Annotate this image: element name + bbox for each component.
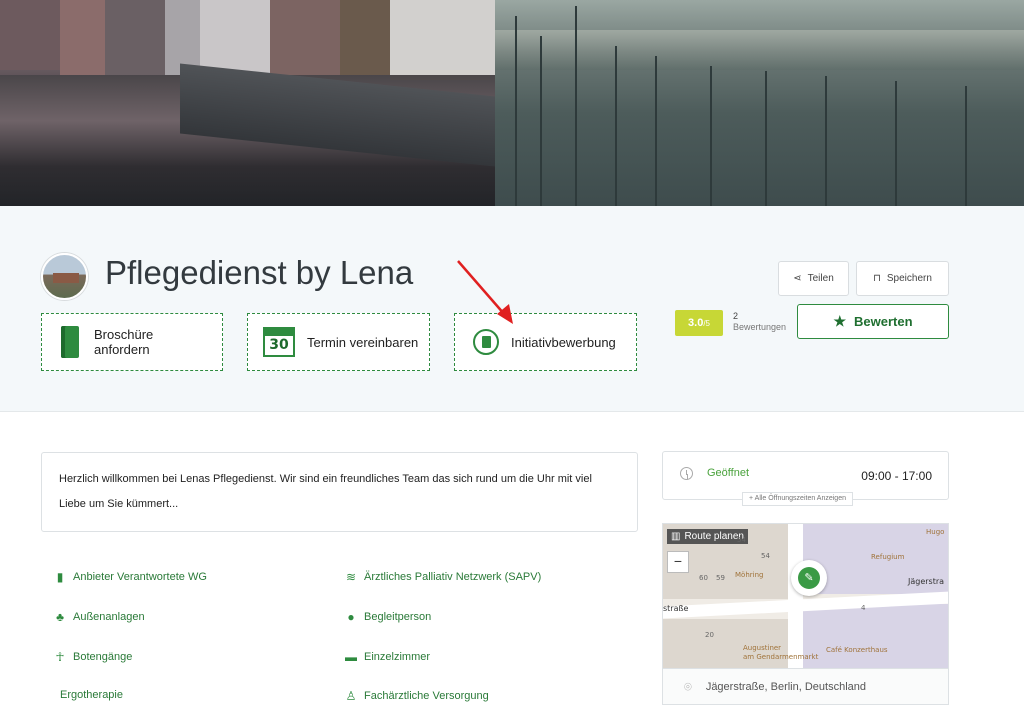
feature-item: ▬ Einzelzimmer (345, 650, 431, 664)
application-label: Initiativbewerbung (511, 334, 616, 350)
all-hours-link[interactable]: + Alle Öffnungszeiten Anzeigen (742, 492, 853, 506)
wifi-icon: ≋ (345, 570, 357, 584)
feature-item: ● Begleitperson (345, 610, 431, 624)
avatar (41, 253, 88, 300)
brochure-icon (61, 326, 79, 358)
location-pin-icon: ⌾ (684, 678, 692, 694)
feature-item: ☥ Botengänge (55, 650, 133, 664)
hero-image-forest (495, 0, 1024, 206)
route-planen-button[interactable]: ▥ Route planen (667, 529, 748, 544)
bookmark-icon: ⊓ (873, 273, 881, 284)
feature-item: Ergotherapie (60, 689, 123, 701)
feature-item: ≋ Ärztliches Palliativ Netzwerk (SAPV) (345, 570, 542, 584)
address-bar: ⌾ Jägerstraße, Berlin, Deutschland (662, 669, 949, 705)
location-map[interactable]: ▥ Route planen − 54 60 59 54 20 4 Möhrin… (662, 523, 949, 669)
address-text: Jägerstraße, Berlin, Deutschland (705, 680, 866, 693)
open-status: Geöffnet (707, 467, 749, 479)
appointment-button[interactable]: 30 Termin vereinbaren (247, 313, 430, 371)
users-icon: ● (347, 610, 355, 624)
brochure-button[interactable]: Broschüre anfordern (41, 313, 223, 371)
save-button[interactable]: ⊓ Speichern (856, 261, 949, 296)
rating-count: 2 Bewertungen (733, 311, 787, 332)
feature-item: ▮ Anbieter Verantwortete WG (54, 570, 207, 584)
clock-icon (680, 467, 693, 480)
feature-item: ♣ Außenanlagen (54, 610, 145, 624)
share-button[interactable]: ⋖ Teilen (778, 261, 849, 296)
rating-score-badge: 3.0/5 (675, 310, 723, 336)
map-pin-icon[interactable]: ✎ (791, 560, 827, 596)
tree-icon: ♣ (56, 610, 64, 624)
appointment-label: Termin vereinbaren (307, 334, 419, 350)
map-icon: ▥ (671, 531, 681, 542)
description-box: Herzlich willkommen bei Lenas Pflegedien… (41, 452, 638, 532)
rate-button[interactable]: ★ Bewerten (797, 304, 949, 339)
walking-icon: ☥ (55, 650, 65, 664)
building-icon: ▮ (56, 570, 64, 584)
feature-item: ♙ Fachärztliche Versorgung (345, 689, 489, 703)
brochure-label: Broschüre anfordern (94, 327, 154, 357)
red-arrow-annotation (457, 260, 513, 324)
bed-icon: ▬ (345, 650, 357, 664)
hero-banner (0, 0, 1024, 206)
share-icon: ⋖ (793, 273, 802, 284)
page-title: Pflegedienst by Lena (105, 254, 414, 291)
doctor-icon: ♙ (345, 689, 357, 703)
star-icon: ★ (833, 313, 847, 329)
opening-time: 09:00 - 17:00 (861, 469, 932, 483)
hero-image-canal (0, 0, 495, 206)
document-circle-icon (473, 329, 499, 355)
calendar-icon: 30 (263, 327, 295, 357)
zoom-out-button[interactable]: − (667, 551, 689, 573)
